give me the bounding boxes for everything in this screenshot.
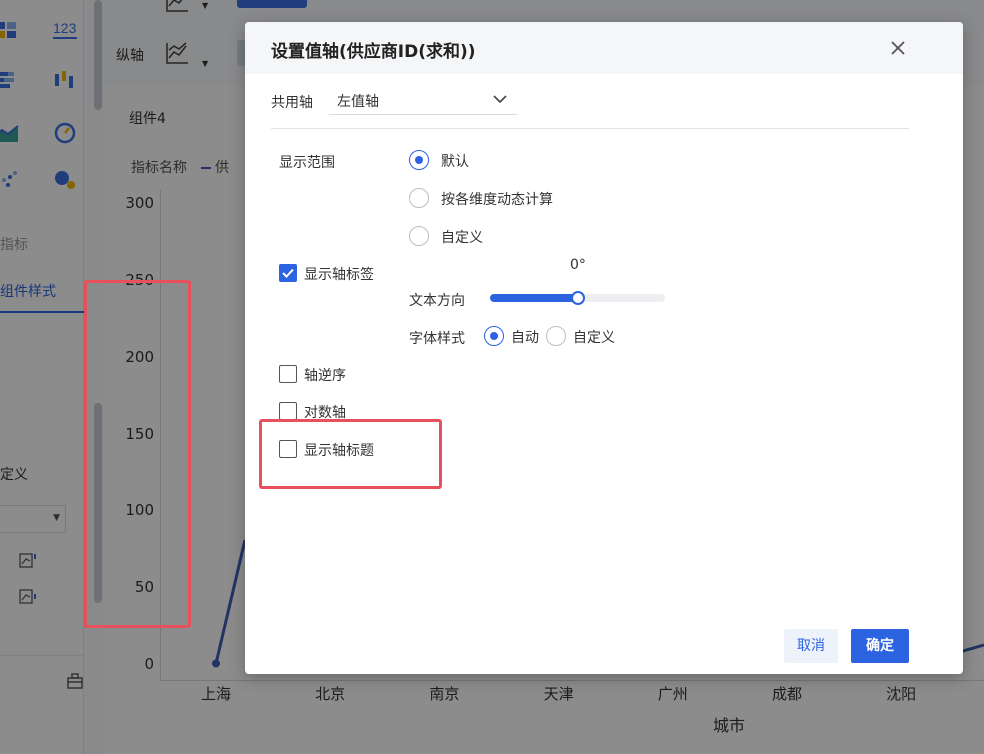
radio-label: 默认: [441, 154, 469, 170]
checkbox-label: 显示轴标签: [304, 267, 374, 283]
text-direction-value: 0°: [570, 257, 586, 273]
shared-axis-select[interactable]: 左值轴: [329, 82, 517, 115]
chevron-down-icon: [493, 95, 507, 104]
radio-label: 自定义: [441, 230, 483, 246]
dialog-header: 设置值轴(供应商ID(求和)): [245, 22, 963, 74]
text-direction-slider[interactable]: [490, 291, 665, 305]
radio-label: 自动: [511, 330, 539, 346]
radio-label: 自定义: [573, 330, 615, 346]
checkbox[interactable]: [279, 402, 297, 420]
radio-button[interactable]: [409, 188, 429, 208]
radio-button[interactable]: [409, 150, 429, 170]
text-direction-label: 文本方向: [409, 293, 465, 309]
annotation-box-show-axis-title: [259, 419, 442, 489]
checkbox[interactable]: [279, 264, 297, 282]
shared-axis-label: 共用轴: [271, 95, 313, 111]
radio-button[interactable]: [546, 326, 566, 346]
dialog-divider: [271, 128, 909, 129]
checkbox-label: 轴逆序: [304, 368, 346, 384]
close-icon[interactable]: [889, 39, 907, 57]
shared-axis-value: 左值轴: [337, 94, 379, 110]
check-icon: [282, 268, 294, 278]
slider-thumb[interactable]: [570, 291, 585, 305]
annotation-box-y-axis: [84, 280, 191, 628]
dialog-title: 设置值轴(供应商ID(求和)): [271, 42, 476, 62]
ok-button[interactable]: 确定: [851, 629, 909, 663]
font-style-label: 字体样式: [409, 331, 465, 347]
display-range-label: 显示范围: [279, 155, 335, 171]
value-axis-settings-dialog: 设置值轴(供应商ID(求和)) 共用轴 左值轴 显示范围 默认 按各维度动态计算…: [245, 22, 963, 674]
checkbox[interactable]: [279, 365, 297, 383]
radio-button[interactable]: [484, 326, 504, 346]
radio-label: 按各维度动态计算: [441, 192, 553, 208]
radio-button[interactable]: [409, 226, 429, 246]
slider-fill: [490, 294, 578, 302]
cancel-button[interactable]: 取消: [784, 629, 838, 663]
